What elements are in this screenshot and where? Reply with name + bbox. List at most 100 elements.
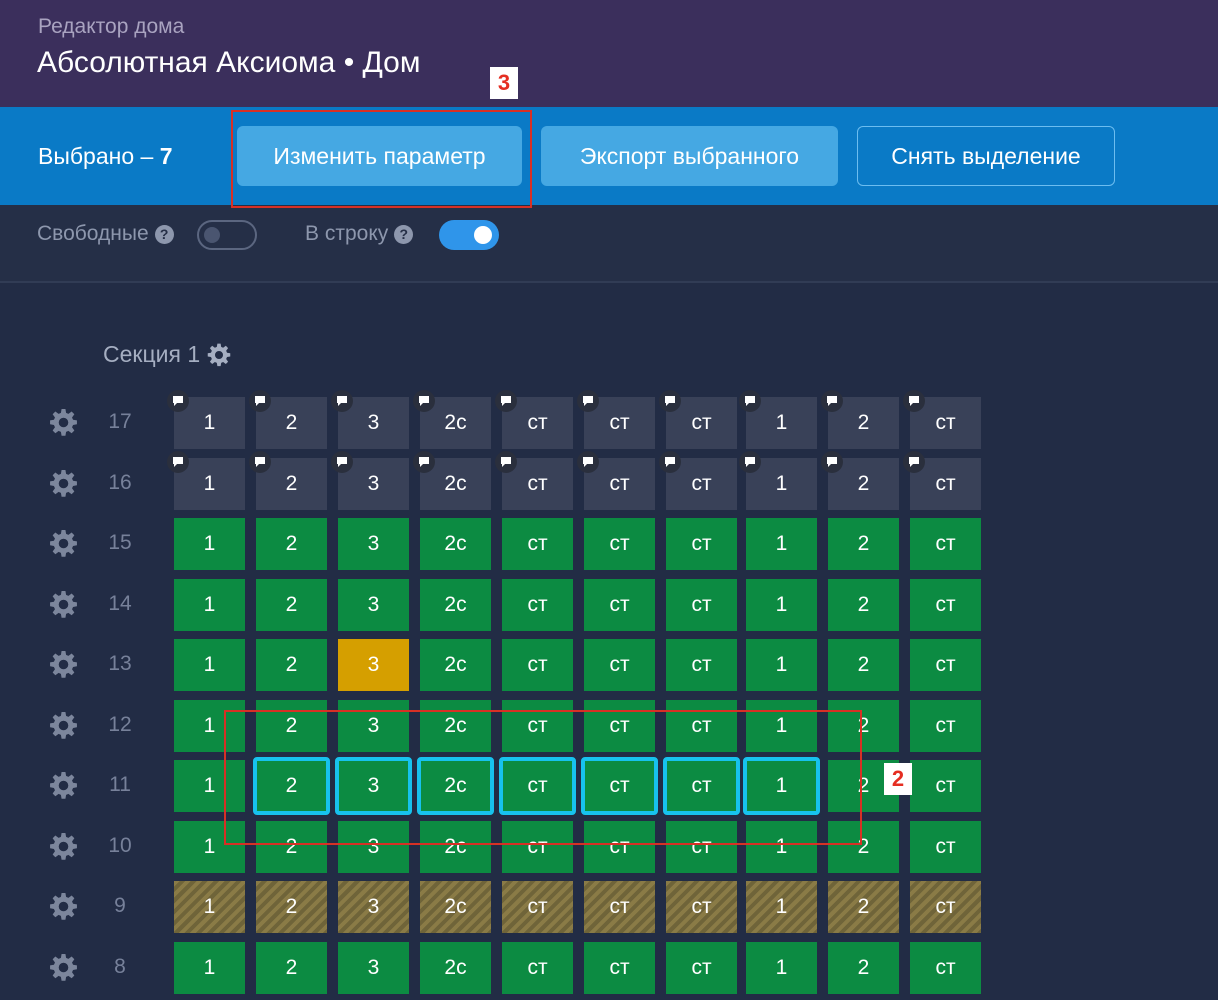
gear-icon[interactable]	[48, 710, 79, 741]
apartment-cell[interactable]: 2с	[420, 941, 491, 994]
gear-icon[interactable]	[48, 407, 79, 438]
apartment-cell[interactable]: ст	[659, 450, 737, 510]
apartment-cell[interactable]: 3	[338, 699, 409, 752]
comment-icon[interactable]	[821, 390, 843, 412]
comment-icon[interactable]	[659, 450, 681, 473]
apartment-cell[interactable]: 1	[746, 820, 817, 873]
apartment-cell[interactable]: 1	[174, 578, 245, 631]
apartment-cell[interactable]: 1	[746, 578, 817, 631]
comment-icon[interactable]	[167, 390, 189, 412]
apartment-cell[interactable]: ст	[577, 450, 655, 510]
apartment-cell[interactable]: 2с	[413, 450, 491, 510]
apartment-cell[interactable]: 2	[256, 518, 327, 570]
apartment-cell[interactable]: ст	[666, 639, 737, 691]
apartment-cell-selected[interactable]: ст	[499, 757, 576, 815]
comment-icon[interactable]	[249, 390, 271, 412]
apartment-cell[interactable]: 2	[256, 639, 327, 691]
apartment-cell[interactable]: ст	[910, 881, 981, 933]
apartment-cell[interactable]: ст	[502, 820, 573, 873]
apartment-cell[interactable]: ст	[903, 390, 981, 449]
comment-icon[interactable]	[331, 450, 353, 473]
gear-icon[interactable]	[48, 649, 79, 680]
gear-icon[interactable]	[48, 831, 79, 862]
apartment-cell[interactable]: ст	[584, 578, 655, 631]
apartment-cell[interactable]: ст	[666, 941, 737, 994]
apartment-cell[interactable]: ст	[910, 518, 981, 570]
apartment-cell[interactable]: 2	[828, 578, 899, 631]
comment-icon[interactable]	[249, 450, 271, 473]
apartment-cell[interactable]: ст	[910, 941, 981, 994]
apartment-cell[interactable]: 3	[331, 390, 409, 449]
apartment-cell[interactable]: ст	[584, 881, 655, 933]
apartment-cell[interactable]: 2	[256, 699, 327, 752]
apartment-cell[interactable]: 2	[828, 820, 899, 873]
apartment-cell[interactable]: 1	[174, 760, 245, 812]
apartment-cell[interactable]: 2	[821, 450, 899, 510]
comment-icon[interactable]	[413, 450, 435, 473]
comment-icon[interactable]	[739, 450, 761, 473]
apartment-cell[interactable]: 2	[821, 390, 899, 449]
apartment-cell[interactable]: 2с	[420, 578, 491, 631]
apartment-cell[interactable]: 3	[331, 450, 409, 510]
help-icon[interactable]: ?	[394, 224, 414, 244]
inline-toggle[interactable]	[439, 220, 499, 250]
apartment-cell[interactable]: 1	[746, 881, 817, 933]
apartment-cell[interactable]: ст	[584, 639, 655, 691]
comment-icon[interactable]	[659, 390, 681, 412]
comment-icon[interactable]	[413, 390, 435, 412]
help-icon[interactable]: ?	[154, 224, 174, 244]
apartment-cell[interactable]: 2	[249, 390, 327, 449]
apartment-cell[interactable]: ст	[666, 578, 737, 631]
apartment-cell[interactable]: 1	[746, 639, 817, 691]
apartment-cell[interactable]: ст	[666, 881, 737, 933]
apartment-cell[interactable]: 3	[338, 881, 409, 933]
change-param-button[interactable]: Изменить параметр	[237, 126, 522, 186]
apartment-cell[interactable]: 1	[174, 881, 245, 933]
apartment-cell[interactable]: ст	[584, 699, 655, 752]
apartment-cell[interactable]: ст	[910, 639, 981, 691]
apartment-cell[interactable]: 2с	[420, 881, 491, 933]
comment-icon[interactable]	[167, 450, 189, 473]
apartment-cell[interactable]: ст	[910, 699, 981, 752]
apartment-cell[interactable]: 2с	[420, 639, 491, 691]
gear-icon[interactable]	[206, 342, 232, 368]
comment-icon[interactable]	[577, 390, 599, 412]
apartment-cell[interactable]: ст	[584, 820, 655, 873]
apartment-cell[interactable]: 1	[746, 518, 817, 570]
apartment-cell[interactable]: ст	[502, 941, 573, 994]
apartment-cell[interactable]: 1	[174, 820, 245, 873]
apartment-cell[interactable]: ст	[666, 820, 737, 873]
apartment-cell[interactable]: ст	[502, 578, 573, 631]
apartment-cell[interactable]: ст	[495, 450, 573, 510]
apartment-cell[interactable]: 3	[338, 639, 409, 691]
apartment-cell-selected[interactable]: 2с	[417, 757, 494, 815]
apartment-cell[interactable]: 3	[338, 820, 409, 873]
gear-icon[interactable]	[48, 468, 79, 499]
comment-icon[interactable]	[331, 390, 353, 412]
gear-icon[interactable]	[48, 952, 79, 983]
apartment-cell[interactable]: ст	[584, 518, 655, 570]
apartment-cell-selected[interactable]: ст	[581, 757, 658, 815]
comment-icon[interactable]	[821, 450, 843, 473]
apartment-cell[interactable]: 3	[338, 518, 409, 570]
apartment-cell[interactable]: 3	[338, 941, 409, 994]
apartment-cell[interactable]: 2	[256, 578, 327, 631]
apartment-cell[interactable]: 2	[828, 881, 899, 933]
apartment-cell-selected[interactable]: 2	[253, 757, 330, 815]
gear-icon[interactable]	[48, 770, 79, 801]
apartment-cell[interactable]: ст	[502, 639, 573, 691]
comment-icon[interactable]	[903, 450, 925, 473]
apartment-cell[interactable]: ст	[502, 518, 573, 570]
apartment-cell[interactable]: 2	[256, 881, 327, 933]
comment-icon[interactable]	[739, 390, 761, 412]
apartment-cell[interactable]: ст	[502, 881, 573, 933]
apartment-cell[interactable]: 1	[739, 450, 817, 510]
apartment-cell[interactable]: 1	[174, 699, 245, 752]
apartment-cell-selected[interactable]: ст	[663, 757, 740, 815]
apartment-cell[interactable]: ст	[577, 390, 655, 449]
apartment-cell[interactable]: 1	[739, 390, 817, 449]
comment-icon[interactable]	[495, 450, 517, 473]
apartment-cell[interactable]: 2	[828, 639, 899, 691]
apartment-cell[interactable]: 2	[256, 820, 327, 873]
apartment-cell[interactable]: 2с	[420, 518, 491, 570]
